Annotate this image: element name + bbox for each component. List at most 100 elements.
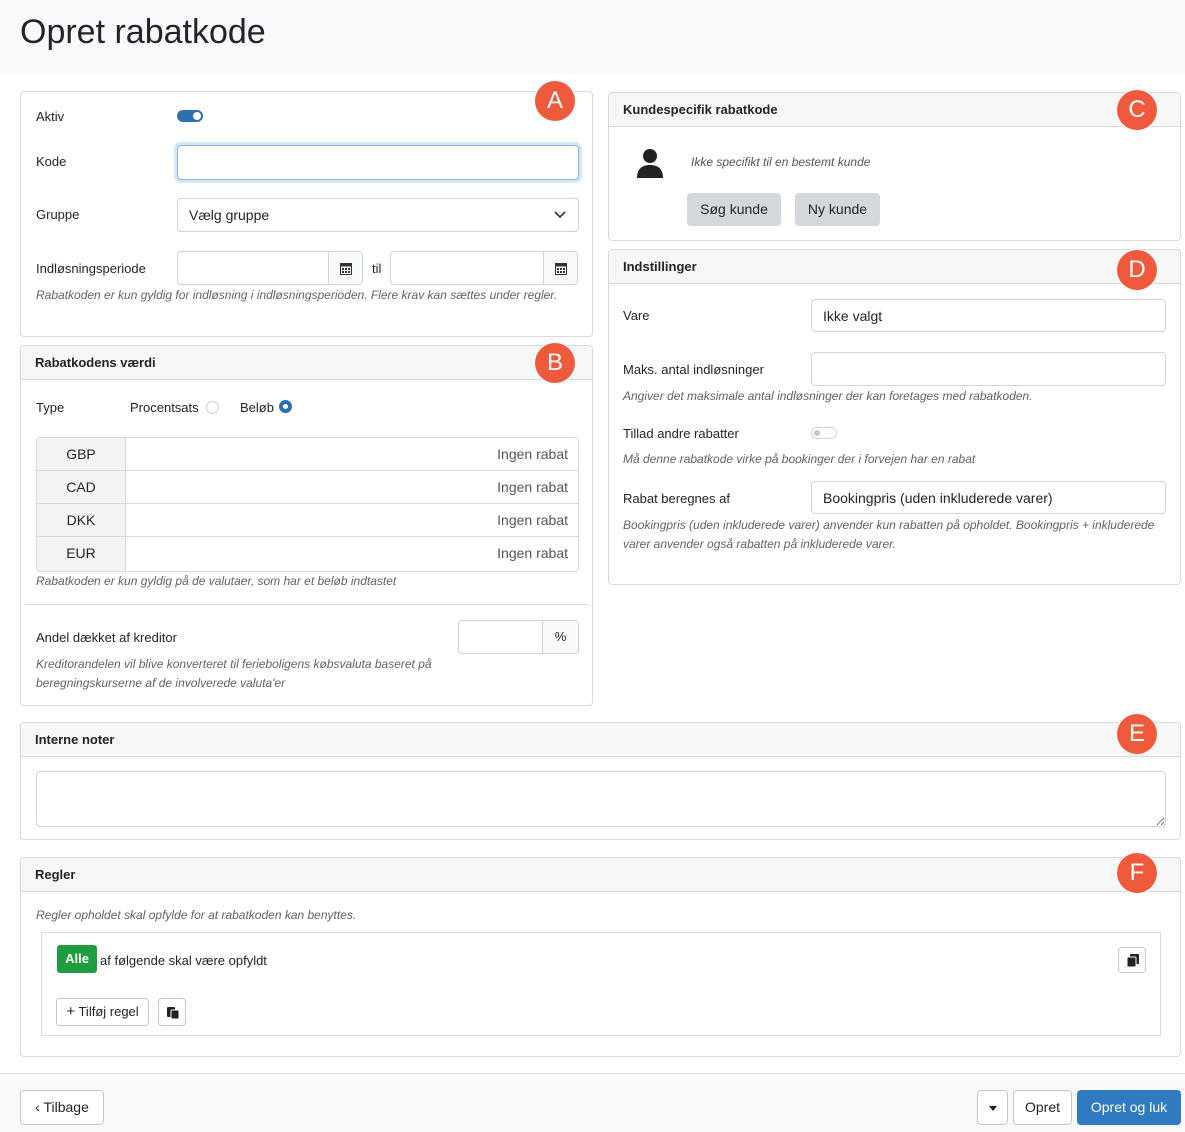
marker-f: F bbox=[1117, 853, 1157, 893]
group-label: Gruppe bbox=[36, 207, 80, 222]
creditor-label: Andel dækket af kreditor bbox=[36, 630, 177, 645]
period-end-calendar-button[interactable] bbox=[543, 252, 577, 284]
code-label: Kode bbox=[36, 154, 67, 169]
marker-c: C bbox=[1117, 90, 1157, 130]
period-start-calendar-button[interactable] bbox=[328, 252, 362, 284]
rules-card: Regler Regler opholdet skal opfylde for … bbox=[20, 857, 1181, 1057]
caret-down-icon bbox=[989, 1106, 997, 1111]
notes-card-title: Interne noter bbox=[35, 732, 115, 747]
more-options-button[interactable] bbox=[977, 1090, 1008, 1125]
item-label: Vare bbox=[623, 308, 650, 323]
period-start-input[interactable] bbox=[177, 251, 363, 285]
currency-amount-input[interactable]: Ingen rabat bbox=[497, 537, 568, 569]
rules-card-header: Regler bbox=[21, 858, 1180, 892]
calc-basis-value: Bookingpris (uden inkluderede varer) bbox=[823, 490, 1053, 506]
currency-row: GBP Ingen rabat bbox=[37, 438, 578, 471]
back-label: Tilbage bbox=[43, 1099, 89, 1115]
back-button[interactable]: ‹ Tilbage bbox=[20, 1090, 104, 1125]
divider bbox=[25, 604, 589, 605]
item-select[interactable]: Ikke valgt bbox=[811, 299, 1166, 332]
general-card: Aktiv Kode Gruppe Vælg gruppe Indløsning… bbox=[20, 91, 593, 337]
currency-code: CAD bbox=[37, 471, 126, 503]
currency-amount-input[interactable]: Ingen rabat bbox=[497, 504, 568, 536]
settings-card: Indstillinger Vare Ikke valgt Maks. anta… bbox=[608, 249, 1181, 585]
type-option-percent-radio[interactable] bbox=[206, 401, 219, 414]
currency-row: EUR Ingen rabat bbox=[37, 537, 578, 571]
value-card: Rabatkodens værdi Type Procentsats Beløb… bbox=[20, 345, 593, 706]
marker-d: D bbox=[1117, 250, 1157, 290]
rules-help: Regler opholdet skal opfylde for at raba… bbox=[36, 908, 357, 922]
chevron-down-icon bbox=[554, 211, 566, 219]
rules-mode-text: af følgende skal være opfyldt bbox=[100, 953, 267, 968]
currency-row: DKK Ingen rabat bbox=[37, 504, 578, 537]
calc-basis-help: Bookingpris (uden inkluderede varer) anv… bbox=[623, 518, 1155, 551]
active-label: Aktiv bbox=[36, 109, 65, 124]
marker-e: E bbox=[1117, 714, 1157, 754]
currency-code: DKK bbox=[37, 504, 126, 536]
type-label: Type bbox=[36, 400, 65, 415]
user-icon bbox=[637, 149, 663, 178]
marker-a: A bbox=[535, 81, 575, 121]
type-option-amount-radio[interactable] bbox=[279, 400, 292, 413]
copy-icon bbox=[1127, 954, 1139, 967]
allow-other-discounts-toggle[interactable] bbox=[811, 427, 837, 439]
settings-card-header: Indstillinger bbox=[609, 250, 1180, 284]
customer-status: Ikke specifikt til en bestemt kunde bbox=[691, 155, 871, 169]
create-button[interactable]: Opret bbox=[1013, 1090, 1072, 1125]
item-select-value: Ikke valgt bbox=[823, 308, 883, 324]
marker-b: B bbox=[535, 343, 575, 383]
rules-card-title: Regler bbox=[35, 867, 76, 882]
notes-card-header: Interne noter bbox=[21, 723, 1180, 757]
rules-mode-badge[interactable]: Alle bbox=[57, 945, 97, 973]
currency-table: GBP Ingen rabat CAD Ingen rabat DKK Inge… bbox=[36, 437, 579, 572]
period-end-input[interactable] bbox=[390, 251, 578, 285]
creditor-share-input[interactable]: % bbox=[458, 620, 579, 654]
max-redemptions-help: Angiver det maksimale antal indløsninger… bbox=[623, 389, 1033, 403]
new-customer-button[interactable]: Ny kunde bbox=[795, 193, 880, 226]
footer-bar: ‹ Tilbage Opret Opret og luk bbox=[0, 1073, 1185, 1132]
copy-rules-button[interactable] bbox=[1118, 947, 1146, 973]
max-redemptions-input[interactable] bbox=[811, 352, 1166, 386]
active-toggle[interactable] bbox=[177, 110, 203, 122]
currency-help: Rabatkoden er kun gyldig på de valutaer,… bbox=[36, 574, 397, 588]
currency-row: CAD Ingen rabat bbox=[37, 471, 578, 504]
value-card-title: Rabatkodens værdi bbox=[35, 355, 156, 370]
paste-icon bbox=[167, 1007, 179, 1019]
group-select[interactable]: Vælg gruppe bbox=[177, 198, 579, 232]
page-title: Opret rabatkode bbox=[20, 13, 266, 51]
chevron-left-icon: ‹ bbox=[35, 1099, 40, 1115]
customer-card: Kundespecifik rabatkode Ikke specifikt t… bbox=[608, 92, 1181, 241]
type-option-percent-label[interactable]: Procentsats bbox=[130, 400, 199, 415]
currency-code: GBP bbox=[37, 438, 126, 470]
period-help: Rabatkoden er kun gyldig for indløsning … bbox=[36, 288, 558, 302]
currency-amount-input[interactable]: Ingen rabat bbox=[497, 471, 568, 503]
notes-card: Interne noter bbox=[20, 722, 1181, 840]
rules-group: Alle af følgende skal være opfyldt + Til… bbox=[41, 932, 1161, 1036]
max-redemptions-label: Maks. antal indløsninger bbox=[623, 362, 764, 377]
calendar-icon bbox=[340, 263, 352, 275]
create-and-close-button[interactable]: Opret og luk bbox=[1077, 1090, 1181, 1125]
calendar-icon bbox=[555, 263, 567, 275]
currency-code: EUR bbox=[37, 537, 126, 571]
plus-icon: + bbox=[66, 1003, 76, 1020]
group-select-value: Vælg gruppe bbox=[189, 207, 270, 223]
currency-amount-input[interactable]: Ingen rabat bbox=[497, 438, 568, 470]
add-rule-button[interactable]: + Tilføj regel bbox=[56, 998, 149, 1026]
calc-basis-label: Rabat beregnes af bbox=[623, 491, 730, 506]
add-rule-label: Tilføj regel bbox=[78, 1004, 139, 1019]
creditor-unit: % bbox=[542, 621, 578, 653]
calc-basis-select[interactable]: Bookingpris (uden inkluderede varer) bbox=[811, 481, 1166, 514]
period-label: Indløsningsperiode bbox=[36, 261, 146, 276]
notes-textarea[interactable] bbox=[36, 771, 1166, 827]
value-card-header: Rabatkodens værdi bbox=[21, 346, 592, 380]
search-customer-button[interactable]: Søg kunde bbox=[687, 193, 781, 226]
paste-rule-button[interactable] bbox=[158, 998, 186, 1026]
allow-other-discounts-label: Tillad andre rabatter bbox=[623, 426, 739, 441]
customer-card-header: Kundespecifik rabatkode bbox=[609, 93, 1180, 127]
code-input[interactable] bbox=[177, 145, 579, 180]
customer-card-title: Kundespecifik rabatkode bbox=[623, 102, 778, 117]
allow-other-discounts-help: Må denne rabatkode virke på bookinger de… bbox=[623, 452, 976, 466]
creditor-help: Kreditorandelen vil blive konverteret ti… bbox=[36, 657, 432, 690]
settings-card-title: Indstillinger bbox=[623, 259, 697, 274]
type-option-amount-label[interactable]: Beløb bbox=[240, 400, 274, 415]
